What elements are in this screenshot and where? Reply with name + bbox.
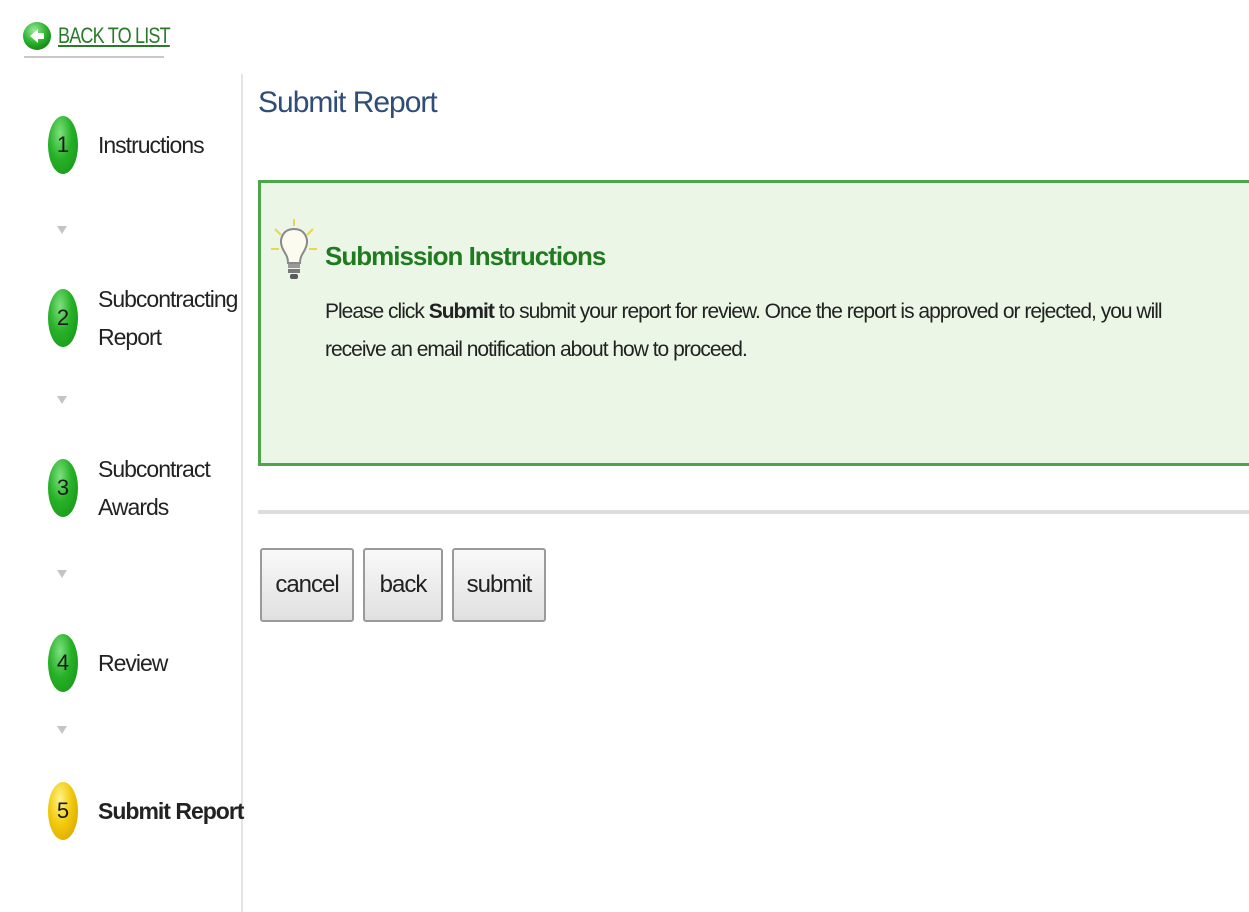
instructions-text-bold: Submit — [428, 300, 495, 323]
back-link-divider — [24, 56, 164, 58]
page: BACK TO LIST 1 Instructions 2 Subcontrac… — [0, 0, 1249, 912]
back-arrow-icon — [23, 22, 51, 50]
step-subcontracting-report[interactable]: 2 Subcontracting Report — [48, 280, 258, 356]
back-to-list-label[interactable]: BACK TO LIST — [58, 23, 171, 49]
step-arrow-icon — [57, 396, 67, 404]
step-review[interactable]: 4 Review — [48, 634, 258, 692]
content-divider — [258, 510, 1249, 514]
back-to-list-link[interactable]: BACK TO LIST — [22, 18, 194, 54]
step-number-badge: 3 — [48, 459, 78, 517]
submit-button[interactable]: submit — [452, 548, 546, 622]
lightbulb-icon — [271, 219, 317, 279]
step-label: Subcontracting Report — [98, 286, 238, 350]
page-title: Submit Report — [258, 86, 438, 119]
submission-instructions-box: Submission Instructions Please click Sub… — [258, 180, 1249, 466]
back-button[interactable]: back — [363, 548, 443, 622]
step-number-badge: 5 — [48, 782, 78, 840]
step-number-badge: 4 — [48, 634, 78, 692]
step-label: Subcontract Awards — [98, 456, 211, 520]
instructions-text: Please click Submit to submit your repor… — [325, 293, 1205, 369]
step-instructions[interactable]: 1 Instructions — [48, 116, 258, 174]
step-arrow-icon — [57, 726, 67, 734]
step-submit-report[interactable]: 5 Submit Report — [48, 782, 258, 840]
instructions-text-start: Please click — [325, 300, 429, 323]
step-arrow-icon — [57, 570, 67, 578]
step-number-badge: 2 — [48, 289, 78, 347]
step-label: Submit Report — [98, 798, 244, 824]
instructions-heading: Submission Instructions — [325, 241, 606, 271]
step-number-badge: 1 — [48, 116, 78, 174]
step-subcontract-awards[interactable]: 3 Subcontract Awards — [48, 450, 258, 526]
step-label: Instructions — [98, 132, 205, 158]
cancel-button[interactable]: cancel — [260, 548, 354, 622]
step-sidebar: 1 Instructions 2 Subcontracting Report 3… — [16, 74, 244, 912]
action-buttons: cancel back submit — [260, 548, 555, 622]
step-arrow-icon — [57, 226, 67, 234]
step-label: Review — [98, 650, 168, 676]
